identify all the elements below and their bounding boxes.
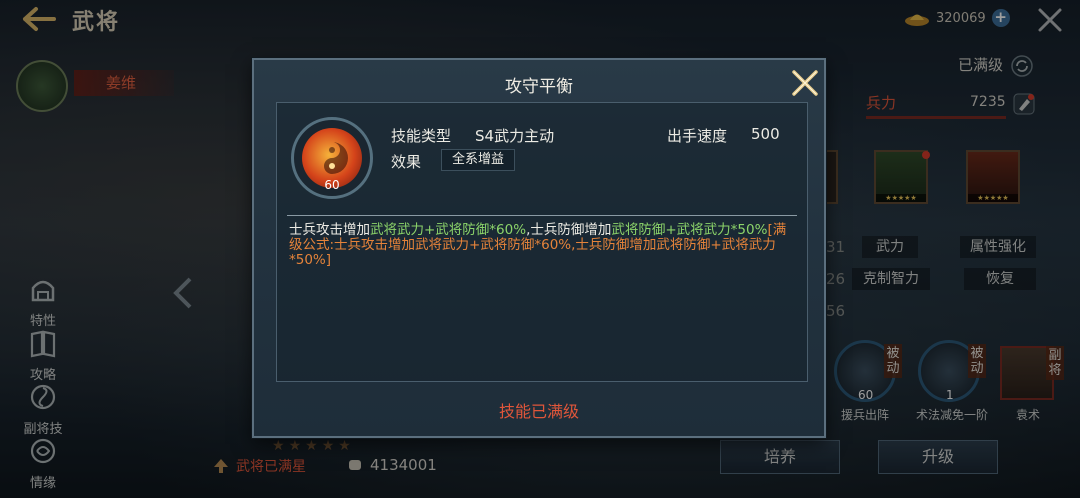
desc-text: 士兵攻击增加 bbox=[289, 222, 370, 238]
skill-description: 士兵攻击增加武将武力+武将防御*60%,士兵防御增加武将防御+武将武力*50%[… bbox=[289, 223, 799, 268]
skill-type-value: S4武力主动 bbox=[475, 127, 555, 145]
divider bbox=[287, 215, 797, 216]
speed-label: 出手速度 bbox=[667, 127, 728, 145]
close-icon[interactable] bbox=[788, 66, 822, 100]
effect-label: 效果 bbox=[391, 153, 422, 171]
skill-detail-modal: 攻守平衡 60 技能类型 S4武力主动 出手速度 500 效果 全系增益 士兵攻… bbox=[252, 58, 826, 438]
skill-detail-box: 60 技能类型 S4武力主动 出手速度 500 效果 全系增益 士兵攻击增加武将… bbox=[276, 102, 808, 382]
skill-level: 60 bbox=[324, 178, 340, 192]
effect-value: 全系增益 bbox=[441, 149, 516, 171]
desc-formula: 武将防御+武将武力*50% bbox=[611, 222, 768, 238]
speed-value: 500 bbox=[751, 125, 780, 143]
modal-title: 攻守平衡 bbox=[505, 77, 573, 97]
skill-icon-frame: 60 bbox=[291, 117, 373, 199]
desc-formula: 武将武力+武将防御*60% bbox=[370, 222, 527, 238]
skill-type-label: 技能类型 bbox=[391, 127, 452, 145]
desc-text: ,士兵防御增加 bbox=[526, 222, 612, 238]
skill-max-status: 技能已满级 bbox=[498, 402, 579, 421]
